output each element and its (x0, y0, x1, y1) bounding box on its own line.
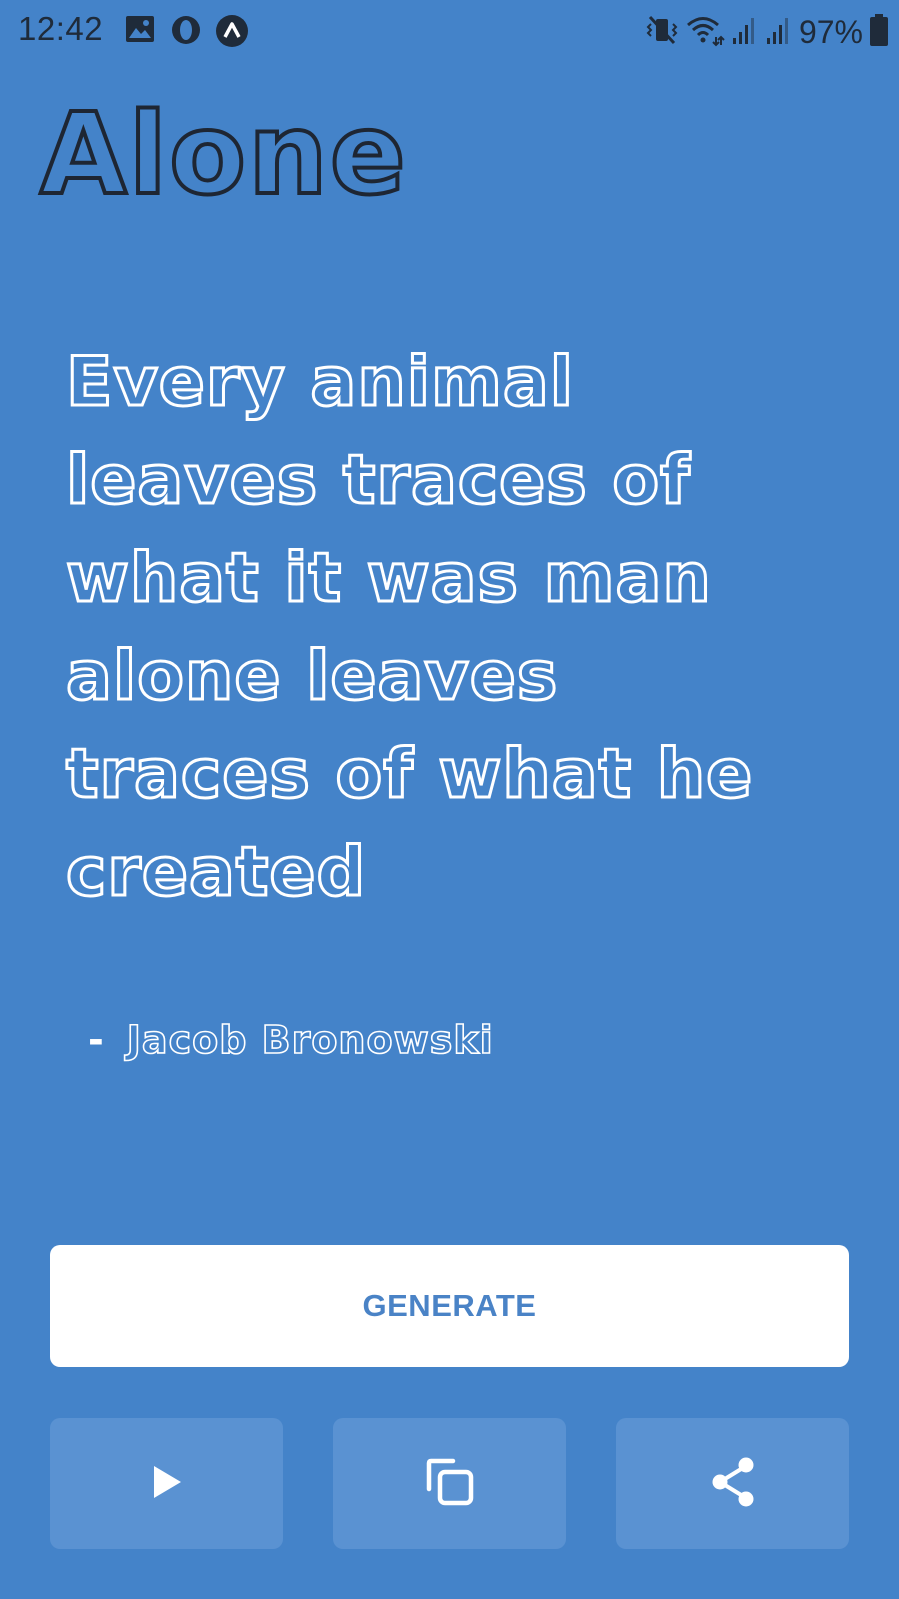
image-icon (125, 14, 155, 48)
copy-icon (423, 1455, 477, 1512)
app-a-icon (215, 14, 249, 52)
opera-icon (170, 14, 202, 50)
play-icon (150, 1463, 184, 1504)
share-icon (709, 1456, 757, 1511)
vibrate-icon (645, 13, 679, 51)
quote-author: Jacob Bronowski (126, 1017, 494, 1063)
status-right-group: 97% (645, 10, 889, 54)
signal-icon-2 (765, 14, 793, 50)
signal-icon (731, 14, 759, 50)
battery-percent: 97% (798, 13, 863, 50)
status-bar: 12:42 97% (0, 0, 899, 64)
wifi-icon (685, 13, 725, 51)
play-button[interactable] (50, 1418, 283, 1549)
share-button[interactable] (616, 1418, 849, 1549)
status-time: 12:42 (18, 10, 104, 47)
quote-attribution: - Jacob Bronowski (88, 1017, 494, 1063)
app-title: Alone (38, 88, 408, 222)
quote-text: Every animal leaves traces of what it wa… (65, 342, 754, 914)
generate-button[interactable]: GENERATE (50, 1245, 849, 1367)
copy-button[interactable] (333, 1418, 566, 1549)
author-dash: - (88, 1018, 105, 1062)
battery-icon (869, 13, 889, 51)
